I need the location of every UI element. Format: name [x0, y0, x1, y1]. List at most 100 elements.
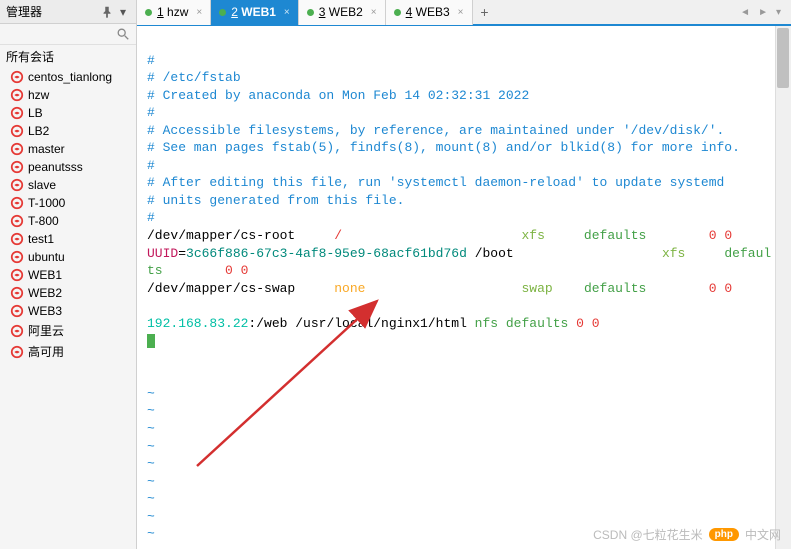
terminal-line: /dev/mapper/cs-root / xfs defaults 0 0: [147, 228, 732, 243]
terminal-line: # After editing this file, run 'systemct…: [147, 175, 724, 190]
session-label: slave: [28, 178, 56, 192]
scrollbar[interactable]: [775, 26, 791, 549]
close-icon[interactable]: ×: [458, 7, 464, 18]
session-icon: [10, 324, 24, 338]
session-icon: [10, 214, 24, 228]
terminal-line: 192.168.83.22:/web /usr/local/nginx1/htm…: [147, 316, 600, 331]
session-item[interactable]: T-800: [0, 212, 136, 230]
terminal-line: #: [147, 210, 155, 225]
session-icon: [10, 160, 24, 174]
session-label: 阿里云: [28, 322, 64, 339]
tab-menu-icon[interactable]: ▾: [772, 7, 785, 18]
tab-next-icon[interactable]: ►: [754, 7, 772, 18]
watermark: CSDN @七粒花生米 php 中文网: [593, 526, 781, 543]
terminal-tilde: ~: [147, 439, 155, 454]
session-label: WEB2: [28, 286, 62, 300]
watermark-logo-icon: php: [709, 528, 739, 541]
status-dot-icon: [219, 9, 226, 16]
terminal-tilde: ~: [147, 403, 155, 418]
tab-label: 2 WEB1: [231, 5, 276, 19]
session-item[interactable]: 阿里云: [0, 320, 136, 341]
tab-label: 4 WEB3: [406, 5, 450, 19]
close-icon[interactable]: ×: [196, 7, 202, 18]
scrollbar-thumb[interactable]: [777, 28, 789, 88]
session-icon: [10, 178, 24, 192]
terminal-tilde: ~: [147, 456, 155, 471]
session-label: WEB1: [28, 268, 62, 282]
search-icon[interactable]: [116, 27, 130, 41]
session-item[interactable]: LB: [0, 104, 136, 122]
session-item[interactable]: WEB1: [0, 266, 136, 284]
cursor-icon: [147, 334, 155, 348]
search-row: [0, 24, 136, 45]
session-icon: [10, 232, 24, 246]
tab-WEB3[interactable]: 4 WEB3 ×: [386, 0, 473, 25]
terminal-line: /dev/mapper/cs-swap none swap defaults 0…: [147, 281, 732, 296]
session-item[interactable]: centos_tianlong: [0, 68, 136, 86]
tab-nav: ◄ ► ▾: [736, 7, 791, 18]
terminal-line: #: [147, 158, 155, 173]
status-dot-icon: [145, 9, 152, 16]
session-label: T-800: [28, 214, 59, 228]
session-item[interactable]: WEB2: [0, 284, 136, 302]
session-icon: [10, 250, 24, 264]
close-icon[interactable]: ×: [284, 7, 290, 18]
session-sidebar: 管理器 ▾ 所有会话 centos_tianlonghzwLBLB2master…: [0, 0, 137, 549]
session-item[interactable]: T-1000: [0, 194, 136, 212]
session-label: T-1000: [28, 196, 65, 210]
session-icon: [10, 88, 24, 102]
terminal-line: # Accessible filesystems, by reference, …: [147, 123, 724, 138]
tab-label: 1 hzw: [157, 5, 188, 19]
close-icon[interactable]: ×: [371, 7, 377, 18]
pin-icon[interactable]: [100, 5, 114, 19]
session-label: test1: [28, 232, 54, 246]
session-item[interactable]: WEB3: [0, 302, 136, 320]
session-item[interactable]: peanutsss: [0, 158, 136, 176]
terminal-view[interactable]: # # /etc/fstab # Created by anaconda on …: [137, 26, 791, 549]
main-area: 1 hzw × 2 WEB1 × 3 WEB2 × 4 WEB3 × + ◄ ► ▾ # # /…: [137, 0, 791, 549]
session-item[interactable]: test1: [0, 230, 136, 248]
terminal-line: #: [147, 53, 155, 68]
watermark-credit: CSDN @七粒花生米: [593, 526, 703, 543]
tab-WEB2[interactable]: 3 WEB2 ×: [299, 0, 386, 25]
session-item[interactable]: hzw: [0, 86, 136, 104]
terminal-tilde: ~: [147, 386, 155, 401]
session-label: peanutsss: [28, 160, 83, 174]
session-icon: [10, 304, 24, 318]
terminal-line: # units generated from this file.: [147, 193, 404, 208]
tab-label: 3 WEB2: [319, 5, 363, 19]
session-icon: [10, 345, 24, 359]
terminal-line: # See man pages fstab(5), findfs(8), mou…: [147, 140, 740, 155]
session-icon: [10, 124, 24, 138]
session-group-label: 所有会话: [0, 45, 136, 68]
status-dot-icon: [307, 9, 314, 16]
session-icon: [10, 142, 24, 156]
tab-hzw[interactable]: 1 hzw ×: [137, 0, 211, 25]
terminal-line: ts 0 0: [147, 263, 248, 278]
session-icon: [10, 106, 24, 120]
tab-bar: 1 hzw × 2 WEB1 × 3 WEB2 × 4 WEB3 × + ◄ ► ▾: [137, 0, 791, 26]
session-item[interactable]: LB2: [0, 122, 136, 140]
session-label: LB2: [28, 124, 49, 138]
tab-WEB1[interactable]: 2 WEB1 ×: [211, 0, 299, 25]
terminal-line: # Created by anaconda on Mon Feb 14 02:3…: [147, 88, 529, 103]
session-icon: [10, 268, 24, 282]
session-item[interactable]: master: [0, 140, 136, 158]
dropdown-icon[interactable]: ▾: [116, 5, 130, 19]
terminal-tilde: ~: [147, 474, 155, 489]
terminal-tilde: ~: [147, 526, 155, 541]
session-label: 高可用: [28, 343, 64, 360]
tab-add-button[interactable]: +: [473, 4, 497, 20]
session-item[interactable]: slave: [0, 176, 136, 194]
session-label: centos_tianlong: [28, 70, 112, 84]
session-icon: [10, 70, 24, 84]
terminal-tilde: ~: [147, 509, 155, 524]
session-label: WEB3: [28, 304, 62, 318]
status-dot-icon: [394, 9, 401, 16]
session-item[interactable]: ubuntu: [0, 248, 136, 266]
session-icon: [10, 286, 24, 300]
session-item[interactable]: 高可用: [0, 341, 136, 362]
session-label: ubuntu: [28, 250, 65, 264]
session-list: centos_tianlonghzwLB LB2 master peanutsss sl…: [0, 68, 136, 549]
tab-prev-icon[interactable]: ◄: [736, 7, 754, 18]
